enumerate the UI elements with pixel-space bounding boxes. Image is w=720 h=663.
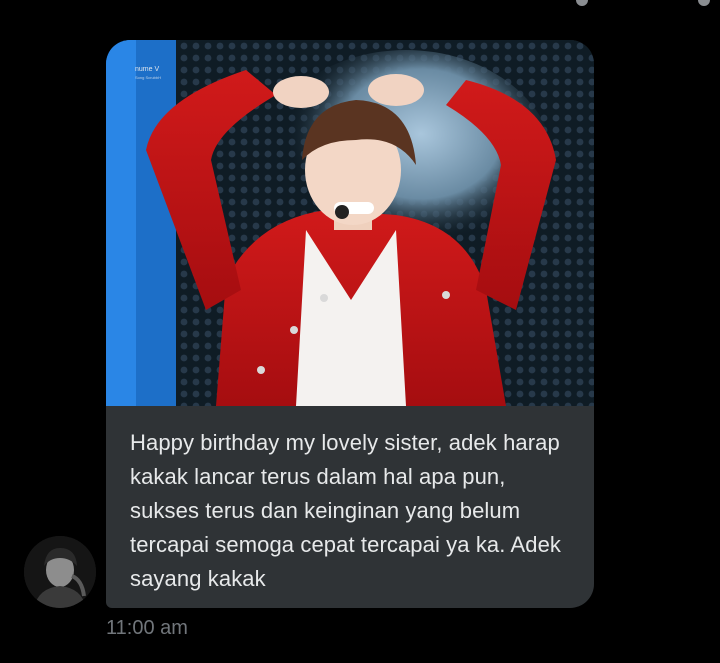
more-icon[interactable] [576, 0, 588, 6]
message-bubble[interactable]: nume V Song ScrubbH Happy birthday my lo… [106, 40, 594, 608]
message-timestamp: 11:00 am [106, 617, 188, 639]
top-overflow-icons [576, 0, 710, 6]
photo-illustration [106, 40, 594, 406]
watermark-text: nume V [135, 66, 160, 73]
profile-avatar-icon [24, 536, 96, 608]
watermark-subtext: Song ScrubbH [135, 75, 162, 80]
dm-conversation-view: nume V Song ScrubbH Happy birthday my lo… [0, 0, 720, 663]
photo-watermark: nume V Song ScrubbH [135, 66, 161, 82]
sender-avatar[interactable] [24, 536, 96, 608]
message-photo[interactable]: nume V Song ScrubbH [106, 40, 594, 406]
message-text: Happy birthday my lovely sister, adek ha… [130, 430, 562, 591]
more-icon-2[interactable] [698, 0, 710, 6]
